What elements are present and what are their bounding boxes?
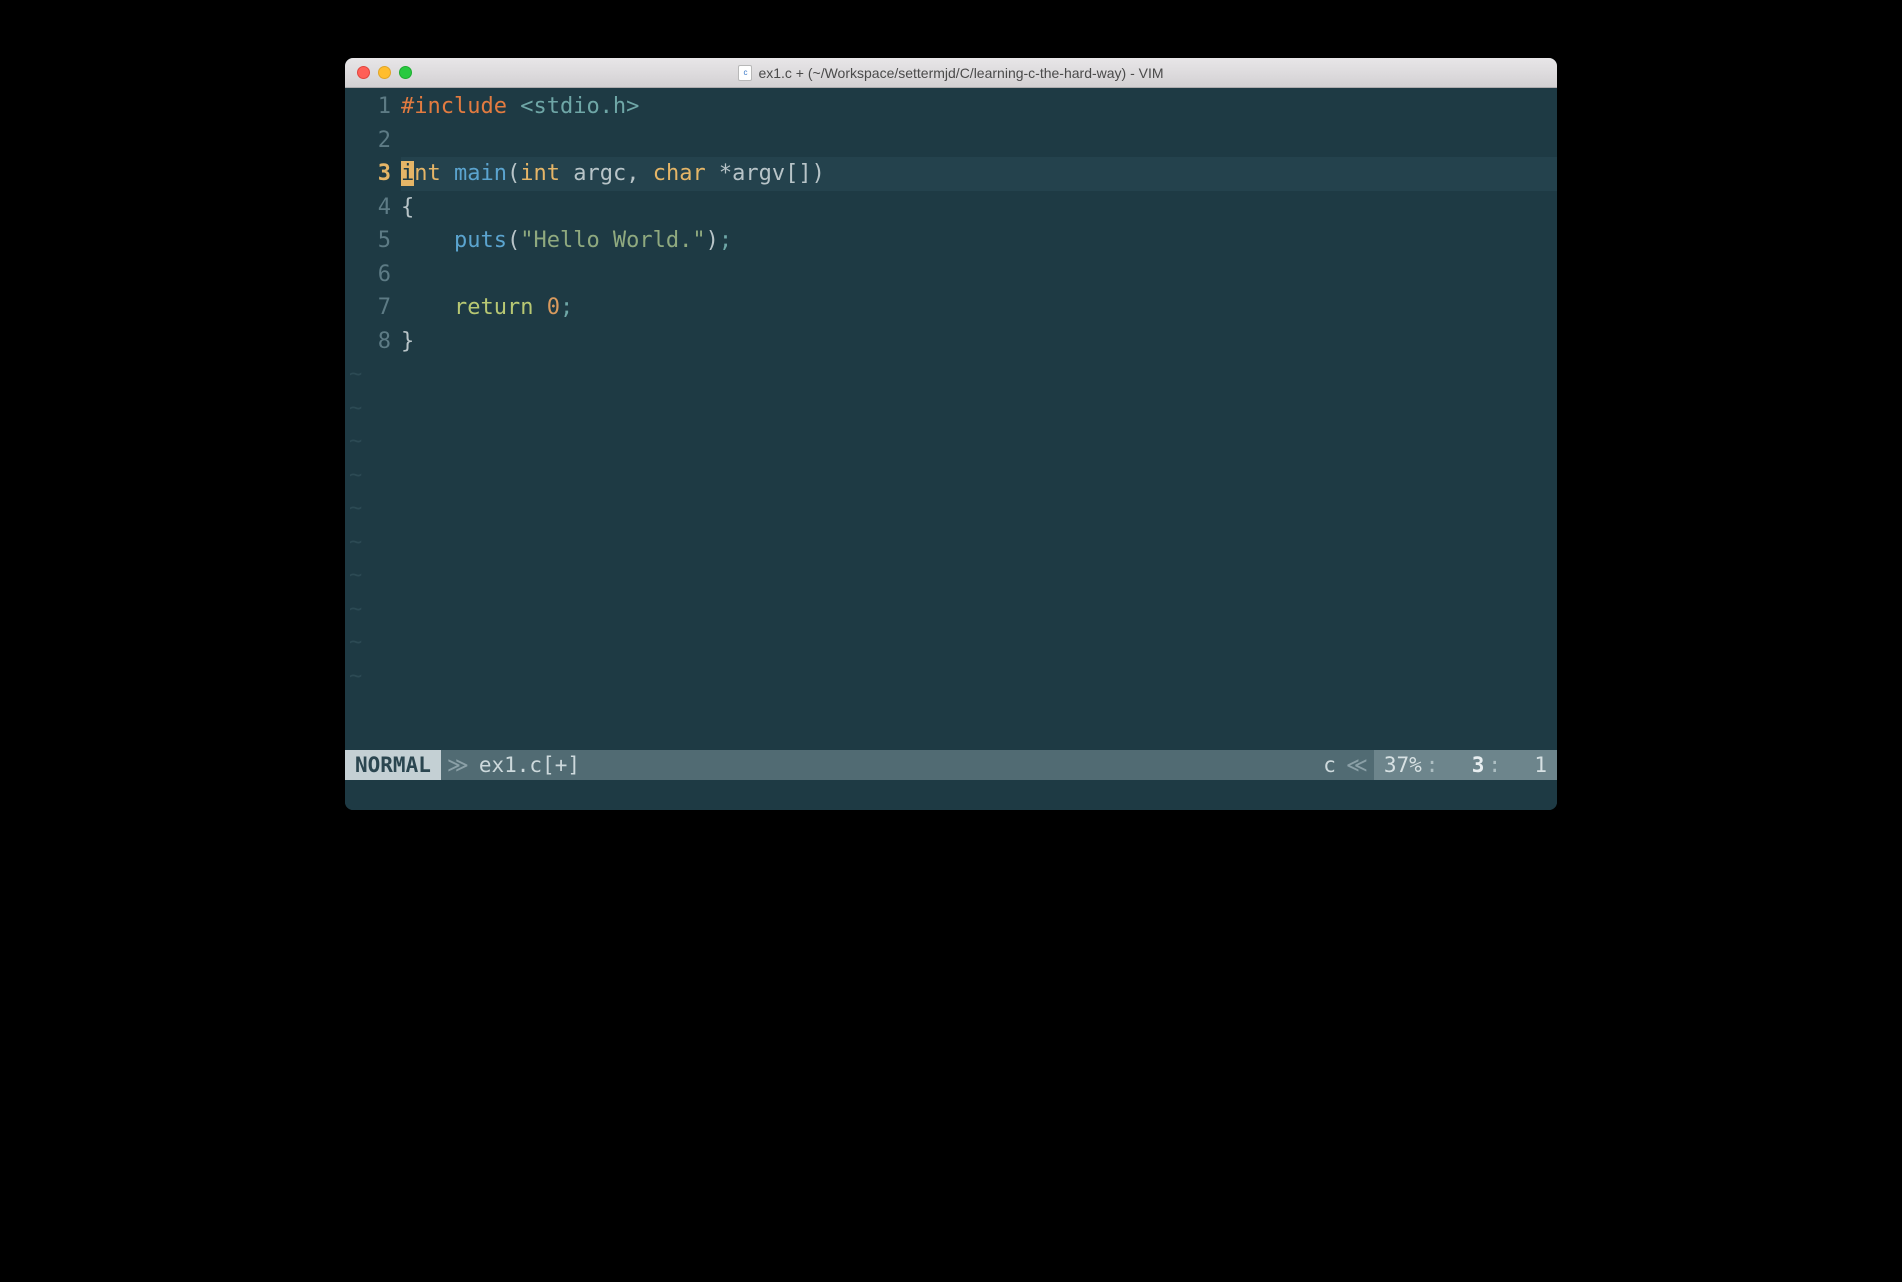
vim-mode-indicator: NORMAL <box>345 750 441 780</box>
window-title: c ex1.c + (~/Workspace/settermjd/C/learn… <box>345 65 1557 81</box>
tilde-marker: ~ <box>345 660 391 694</box>
code-line <box>401 258 1557 292</box>
code-line: puts("Hello World."); <box>401 224 1557 258</box>
code-line-current: int main(int argc, char *argv[]) <box>401 157 1557 191</box>
line-number: 6 <box>345 258 391 292</box>
code-area[interactable]: #include <stdio.h> int main(int argc, ch… <box>401 88 1557 750</box>
tilde-marker: ~ <box>345 425 391 459</box>
code-line: #include <stdio.h> <box>401 90 1557 124</box>
scroll-percent: 37% <box>1384 753 1422 777</box>
statusbar-filetype: c <box>1323 753 1340 777</box>
line-number: 7 <box>345 291 391 325</box>
code-line <box>401 124 1557 158</box>
cursor-col: 1 <box>1534 753 1547 777</box>
tilde-marker: ~ <box>345 526 391 560</box>
status-bar: NORMAL ≫ ex1.c[+] c ≪ 37% : 3: 1 <box>345 750 1557 780</box>
statusbar-filename: ex1.c[+] <box>475 753 580 777</box>
code-line: } <box>401 325 1557 359</box>
separator-icon: ≫ <box>441 753 475 777</box>
line-number: 2 <box>345 124 391 158</box>
line-number: 8 <box>345 325 391 359</box>
tilde-marker: ~ <box>345 593 391 627</box>
tilde-marker: ~ <box>345 492 391 526</box>
line-number: 1 <box>345 90 391 124</box>
titlebar: c ex1.c + (~/Workspace/settermjd/C/learn… <box>345 58 1557 88</box>
tilde-marker: ~ <box>345 626 391 660</box>
command-line[interactable] <box>345 780 1557 810</box>
tilde-marker: ~ <box>345 358 391 392</box>
minimize-icon[interactable] <box>378 66 391 79</box>
line-number-gutter: 1 2 3 4 5 6 7 8 ~ ~ ~ ~ ~ ~ ~ ~ ~ ~ <box>345 88 401 750</box>
code-line: return 0; <box>401 291 1557 325</box>
cursor: i <box>401 161 414 186</box>
cursor-row: 3 <box>1472 753 1485 777</box>
line-number: 4 <box>345 191 391 225</box>
line-number: 5 <box>345 224 391 258</box>
tilde-marker: ~ <box>345 459 391 493</box>
close-icon[interactable] <box>357 66 370 79</box>
tilde-marker: ~ <box>345 559 391 593</box>
terminal-window: c ex1.c + (~/Workspace/settermjd/C/learn… <box>345 58 1557 810</box>
window-title-text: ex1.c + (~/Workspace/settermjd/C/learnin… <box>758 65 1163 81</box>
statusbar-position: 37% : 3: 1 <box>1374 750 1557 780</box>
tilde-marker: ~ <box>345 392 391 426</box>
document-icon: c <box>738 65 752 81</box>
editor-area[interactable]: 1 2 3 4 5 6 7 8 ~ ~ ~ ~ ~ ~ ~ ~ ~ ~ #inc… <box>345 88 1557 750</box>
zoom-icon[interactable] <box>399 66 412 79</box>
line-number-current: 3 <box>345 157 391 191</box>
traffic-lights <box>357 66 412 79</box>
code-line: { <box>401 191 1557 225</box>
separator-icon: ≪ <box>1340 753 1374 777</box>
